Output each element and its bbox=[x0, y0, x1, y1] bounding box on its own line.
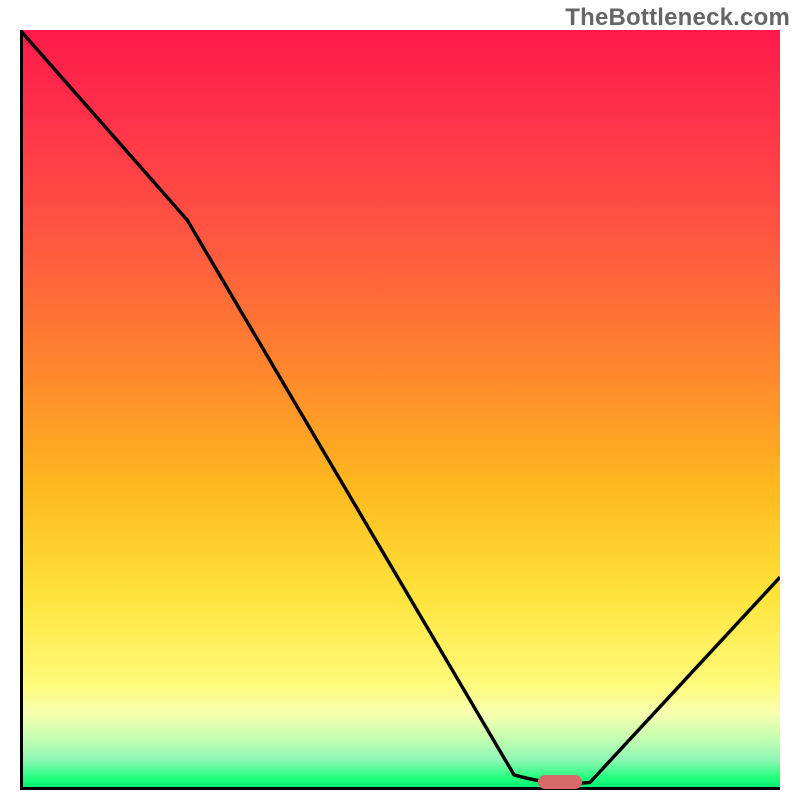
optimum-marker bbox=[538, 775, 582, 789]
watermark-label: TheBottleneck.com bbox=[565, 4, 790, 32]
chart-stage: TheBottleneck.com bbox=[0, 0, 800, 800]
bottleneck-curve bbox=[20, 30, 780, 790]
plot-area bbox=[20, 30, 780, 790]
